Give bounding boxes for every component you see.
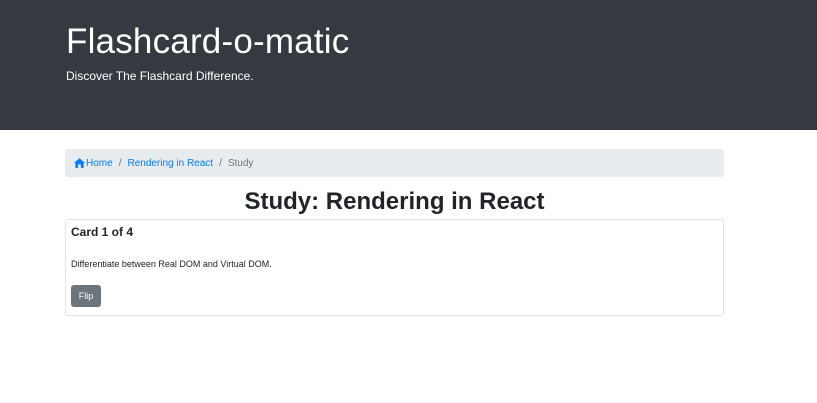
card-front-text: Differentiate between Real DOM and Virtu… xyxy=(71,259,272,269)
page-title: Study: Rendering in React xyxy=(244,188,545,215)
app-header: Flashcard-o-matic Discover The Flashcard… xyxy=(0,0,817,130)
breadcrumb-separator: / xyxy=(118,157,122,169)
main-content: Home / Rendering in React / Study Study:… xyxy=(65,149,724,316)
app-subtitle: Discover The Flashcard Difference. xyxy=(66,69,254,83)
app-title: Flashcard-o-matic xyxy=(66,22,350,61)
card-progress: Card 1 of 4 xyxy=(71,225,134,239)
breadcrumb: Home / Rendering in React / Study xyxy=(65,149,724,177)
study-card: Card 1 of 4 Differentiate between Real D… xyxy=(65,219,724,316)
breadcrumb-separator: / xyxy=(219,157,222,169)
breadcrumb-home-link[interactable]: Home xyxy=(74,158,113,169)
breadcrumb-current: Study xyxy=(227,157,254,169)
breadcrumb-home-label: Home xyxy=(86,157,113,169)
breadcrumb-deck-link[interactable]: Rendering in React xyxy=(127,158,213,169)
home-icon xyxy=(74,158,85,168)
flip-button[interactable]: Flip xyxy=(71,285,101,307)
